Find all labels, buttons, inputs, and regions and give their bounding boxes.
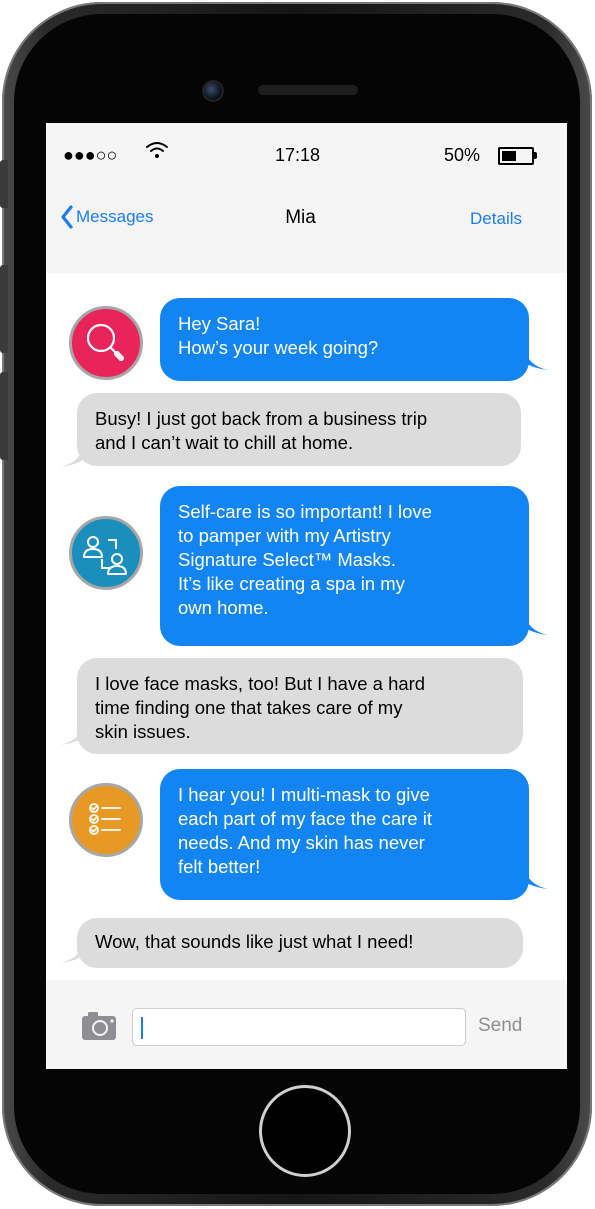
- volume-down-button: [0, 372, 8, 460]
- message-line: Busy! I just got back from a business tr…: [95, 408, 428, 429]
- send-button[interactable]: Send: [478, 1015, 522, 1037]
- bubble-tail: [524, 867, 548, 889]
- message-line: own home.: [178, 597, 269, 618]
- home-button[interactable]: [259, 1085, 351, 1177]
- message-bubble-outgoing: Hey Sara! How’s your week going?: [160, 298, 529, 381]
- earpiece-speaker: [258, 85, 358, 95]
- magnifier-icon: [86, 323, 125, 362]
- checklist-icon: [89, 803, 121, 835]
- message-bubble-incoming: I love face masks, too! But I have a har…: [77, 658, 523, 754]
- message-line: Signature Select™ Masks.: [178, 549, 396, 570]
- bubble-tail: [60, 941, 84, 963]
- camera-icon[interactable]: [80, 1008, 120, 1044]
- navigation-header: ●●●○○ 17:18 50% Messages Mia Details: [46, 123, 567, 273]
- message-line: I hear you! I multi-mask to give: [178, 784, 430, 805]
- message-line: to pamper with my Artistry: [178, 525, 391, 546]
- avatar: [69, 306, 143, 380]
- signal-strength: ●●●○○: [63, 145, 118, 165]
- front-camera: [202, 80, 224, 102]
- message-line: I love face masks, too! But I have a har…: [95, 673, 426, 694]
- message-bubble-outgoing: Self-care is so important! I love to pam…: [160, 486, 529, 646]
- avatar: [69, 783, 143, 857]
- message-line: Hey Sara!: [178, 313, 261, 334]
- volume-up-button: [0, 265, 8, 353]
- message-line: skin issues.: [95, 721, 191, 742]
- message-line: each part of my face the care it: [178, 808, 432, 829]
- message-bubble-incoming: Busy! I just got back from a business tr…: [77, 393, 521, 466]
- screen: ●●●○○ 17:18 50% Messages Mia Details Hey…: [46, 123, 567, 1069]
- message-bubble-incoming: Wow, that sounds like just what I need!: [77, 918, 523, 968]
- ringer-switch: [0, 160, 8, 208]
- wifi-icon: [146, 142, 168, 158]
- message-line: needs. And my skin has never: [178, 832, 425, 853]
- message-line: Wow, that sounds like just what I need!: [95, 931, 414, 952]
- message-input[interactable]: [132, 1008, 466, 1046]
- bubble-tail: [60, 445, 84, 467]
- text-caret: [141, 1017, 143, 1039]
- message-line: It’s like creating a spa in my: [178, 573, 405, 594]
- battery-nub: [533, 152, 537, 159]
- details-button[interactable]: Details: [470, 209, 522, 229]
- battery-icon: [498, 147, 534, 165]
- bubble-tail: [524, 613, 548, 635]
- avatar: [69, 516, 143, 590]
- message-line: and I can’t wait to chill at home.: [95, 432, 354, 453]
- bubble-tail: [60, 723, 84, 745]
- message-line: How’s your week going?: [178, 337, 379, 358]
- message-line: felt better!: [178, 856, 261, 877]
- clock: 17:18: [275, 145, 321, 165]
- message-bubble-outgoing: I hear you! I multi-mask to give each pa…: [160, 769, 529, 900]
- message-line: time finding one that takes care of my: [95, 697, 403, 718]
- bubble-tail: [524, 348, 548, 370]
- battery-percent: 50%: [444, 145, 481, 165]
- message-line: Self-care is so important! I love: [178, 501, 432, 522]
- people-exchange-icon: [83, 536, 127, 575]
